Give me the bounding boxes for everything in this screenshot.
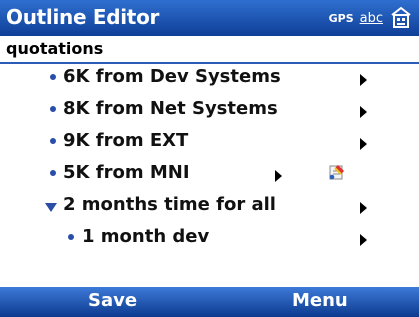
outline-item-label: 5K from MNI (63, 162, 190, 183)
outline-item[interactable]: 9K from EXT (0, 128, 419, 160)
bullet-icon (50, 74, 56, 80)
outline-item-label: 1 month dev (82, 226, 210, 247)
save-softkey[interactable]: Save (88, 290, 137, 311)
expand-arrow-icon[interactable] (275, 170, 282, 182)
bullet-icon (50, 106, 56, 112)
menu-softkey[interactable]: Menu (292, 290, 348, 311)
bullet-icon (68, 234, 74, 240)
expand-arrow-icon[interactable] (360, 74, 367, 86)
collapse-triangle-icon[interactable] (45, 203, 57, 212)
outline-item-label: 6K from Dev Systems (63, 66, 281, 87)
expand-arrow-icon[interactable] (360, 138, 367, 150)
note-icon[interactable] (328, 163, 346, 181)
bullet-icon (50, 138, 56, 144)
outline-item-label: 9K from EXT (63, 130, 189, 151)
bullet-icon (50, 170, 56, 176)
expand-arrow-icon[interactable] (360, 106, 367, 118)
gps-indicator: GPS (328, 11, 354, 25)
softkey-bar: Save Menu (0, 287, 419, 317)
outline-item-label: 2 months time for all (63, 194, 276, 215)
document-title-bar: quotations (0, 36, 419, 64)
outline-item-label: 8K from Net Systems (63, 98, 278, 119)
outline-item[interactable]: 8K from Net Systems (0, 96, 419, 128)
title-bar: Outline Editor GPS abc (0, 0, 419, 36)
document-title: quotations (6, 39, 104, 58)
expand-arrow-icon[interactable] (360, 202, 367, 214)
outline-item[interactable]: 1 month dev (0, 224, 419, 256)
app-title: Outline Editor (6, 5, 160, 29)
outline-item[interactable]: 2 months time for all (0, 192, 419, 224)
status-tray: GPS abc (329, 6, 413, 30)
expand-arrow-icon[interactable] (360, 234, 367, 246)
outline-item[interactable]: 5K from MNI (0, 160, 419, 192)
keyboard-icon[interactable] (389, 6, 413, 30)
input-mode-indicator[interactable]: abc (360, 11, 383, 26)
outline-item[interactable]: 6K from Dev Systems (0, 64, 419, 96)
